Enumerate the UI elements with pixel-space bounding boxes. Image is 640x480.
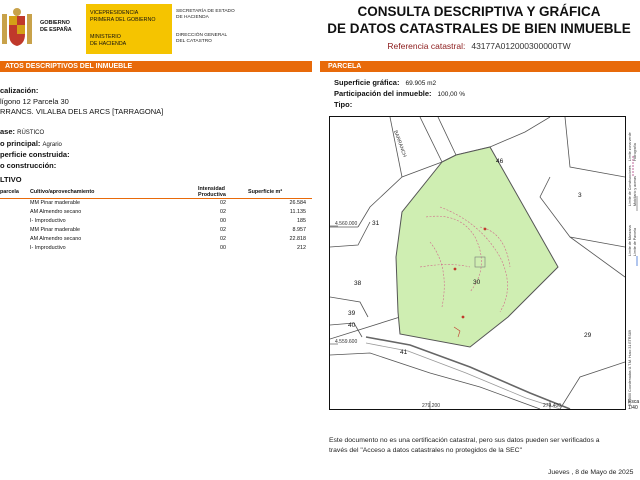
legend-item: Hidrografía — [633, 143, 637, 161]
parcel-label-39: 39 — [348, 310, 356, 317]
use-row: o principal: Agrario — [0, 139, 62, 148]
legend-projection: 279,600 Coordenadas U.T.M. Huso 31 ETRS8… — [628, 330, 632, 406]
graphic-surface-row: Superficie gráfica: 69.905 m2 — [334, 78, 437, 87]
parcel-label-30: 30 — [473, 279, 481, 286]
parcel-30-polygon — [395, 146, 559, 348]
cadastral-map[interactable]: 46 3 31 38 39 40 30 41 29 BARRANCH 4.560… — [329, 116, 626, 410]
location-line2: RRANCS. VILALBA DELS ARCS [TARRAGONA] — [0, 107, 164, 116]
header-logos: GOBIERNO DE ESPAÑA VICEPRESIDENCIA PRIME… — [0, 0, 318, 58]
col-parcela: parcela — [0, 186, 30, 199]
table-row: MM Pinar maderable 02 26.584 — [30, 200, 306, 207]
parcel-label-38: 38 — [354, 280, 362, 287]
parcel-label-46: 46 — [496, 158, 504, 165]
cultivation-table: parcela Cultivo/aprovechamiento Intensid… — [0, 186, 312, 253]
col-intensidad: Intensidad Productiva — [198, 186, 248, 199]
construction-year-row: o construcción: — [0, 161, 57, 170]
cultivo-label: LTIVO — [0, 175, 22, 184]
legend-item: Límite zona verde — [628, 132, 632, 161]
parcel-label-40: 40 — [348, 322, 356, 329]
table-header-row: parcela Cultivo/aprovechamiento Intensid… — [0, 186, 312, 199]
col-cultivo: Cultivo/aprovechamiento — [30, 186, 198, 199]
location-label: calización: — [0, 86, 39, 95]
table-row: I- Improductivo 00 185 — [30, 218, 306, 224]
map-legend: 279,600 Coordenadas U.T.M. Huso 31 ETRS8… — [626, 116, 640, 410]
descriptive-data-section-bar: ATOS DESCRIPTIVOS DEL INMUEBLE — [0, 61, 312, 72]
map-drawing: 46 3 31 38 39 40 30 41 29 BARRANCH 4.560… — [330, 117, 625, 409]
class-row: ase: RÚSTICO — [0, 127, 45, 136]
ministry-block: VICEPRESIDENCIA PRIMERA DEL GOBIERNO MIN… — [86, 4, 172, 54]
secretariat-label: SECRETARÍA DE ESTADO DE HACIENDA — [176, 9, 235, 20]
page-title: CONSULTA DESCRIPTIVA Y GRÁFICA DE DATOS … — [327, 4, 631, 36]
verification-notice: Este documento no es una certificación c… — [329, 437, 600, 454]
type-row: Tipo: — [334, 100, 353, 109]
y-coord-label-1: 4.560.000 — [335, 221, 357, 227]
parcel-label-3: 3 — [578, 192, 582, 199]
x-coord-label-2: 279.400 — [543, 403, 561, 409]
location-line1: lígono 12 Parcela 30 — [0, 97, 69, 106]
x-coord-label-1: 279.200 — [422, 403, 440, 409]
y-coord-label-2: 4.559.600 — [335, 339, 357, 345]
parcel-section-bar: PARCELA — [320, 61, 640, 72]
coat-of-arms-icon — [2, 8, 32, 46]
directorate-label: DIRECCIÓN GENERAL DEL CATASTRO — [176, 33, 228, 44]
built-surface-row: perficie construida: — [0, 150, 70, 159]
table-row: I- Improductivo 00 212 — [30, 245, 306, 251]
legend-item: Límite de Parcela — [633, 228, 637, 256]
map-scale: Esca 1/40 — [628, 399, 640, 411]
legend-item: Límite de Construcciones — [628, 165, 632, 206]
table-row: MM Pinar maderable 02 8.957 — [30, 227, 306, 233]
cadastral-reference: Referencia catastral: 43177A012000300000T… — [387, 41, 571, 51]
parcel-label-29: 29 — [584, 332, 592, 339]
table-row: AM Almendro secano 02 22.818 — [30, 236, 306, 242]
parcel-label-31: 31 — [372, 220, 380, 227]
legend-item: Mobiliario y aceras — [633, 176, 637, 206]
participation-row: Participación del inmueble: 100,00 % — [334, 89, 465, 98]
legend-item: Límite de Manzana — [628, 225, 632, 256]
government-label: GOBIERNO DE ESPAÑA — [40, 20, 72, 33]
document-date: Jueves , 8 de Mayo de 2025 — [548, 469, 634, 476]
street-label: BARRANCH — [392, 130, 407, 159]
table-row: AM Almendro secano 02 11.135 — [30, 209, 306, 215]
col-superficie: Superficie m² — [248, 186, 312, 199]
parcel-label-41: 41 — [400, 349, 408, 356]
